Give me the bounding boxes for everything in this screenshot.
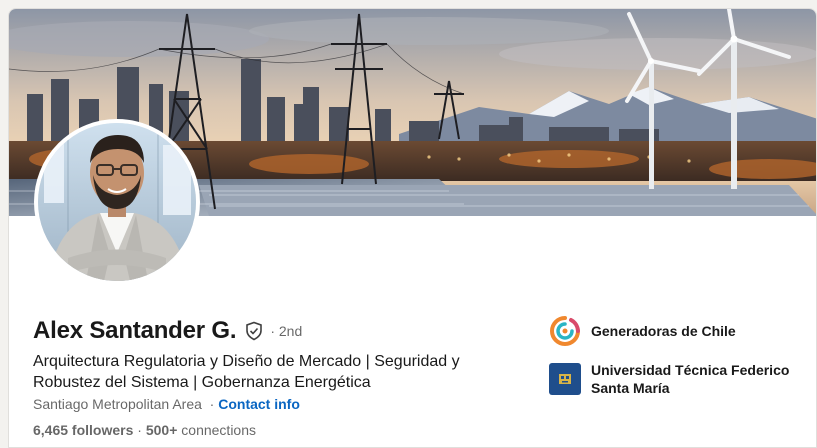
stats-row: 6,465 followers · 500+ connections <box>33 422 256 438</box>
contact-info-link[interactable]: Contact info <box>218 396 300 412</box>
profile-avatar[interactable] <box>34 119 200 285</box>
utfsm-logo-icon <box>549 363 581 395</box>
org-name-generadoras: Generadoras de Chile <box>591 323 736 339</box>
location-row: Santiago Metropolitan Area · Contact inf… <box>33 396 300 412</box>
org-name-utfsm: Universidad Técnica Federico Santa María <box>591 362 790 396</box>
verified-shield-icon[interactable] <box>244 321 264 341</box>
stats-separator: · <box>137 422 142 438</box>
followers-count[interactable]: 6,465 followers <box>33 422 133 438</box>
name-row: Alex Santander G. · 2nd <box>33 317 302 345</box>
profile-headline: Arquitectura Regulatoria y Diseño de Mer… <box>33 353 460 391</box>
connections-label: connections <box>181 422 256 438</box>
profile-location: Santiago Metropolitan Area <box>33 396 202 412</box>
generadoras-logo-icon <box>549 315 581 347</box>
org-utfsm[interactable]: Universidad Técnica Federico Santa María <box>549 361 811 397</box>
profile-name: Alex Santander G. <box>33 317 237 344</box>
connection-degree: · 2nd <box>270 323 303 339</box>
location-separator: · <box>209 396 215 412</box>
profile-card: Alex Santander G. · 2nd Arquitectura Reg… <box>8 8 817 448</box>
connections-count[interactable]: 500+ <box>146 422 178 438</box>
org-generadoras-de-chile[interactable]: Generadoras de Chile <box>549 315 736 347</box>
